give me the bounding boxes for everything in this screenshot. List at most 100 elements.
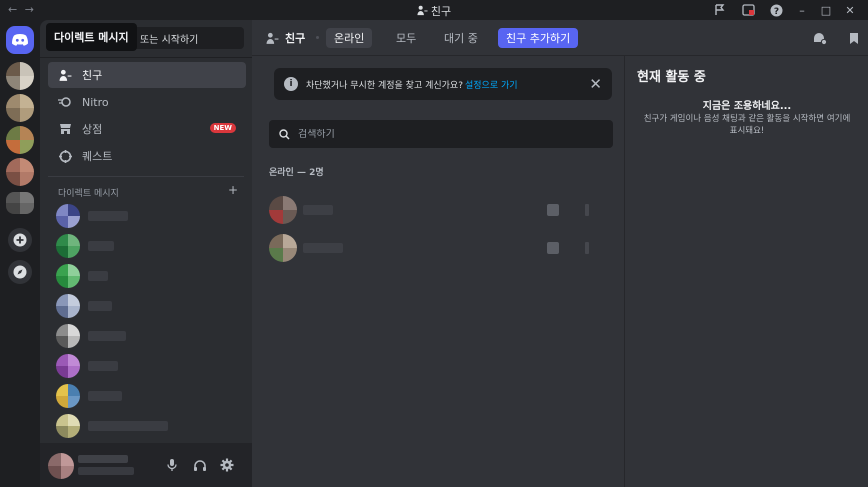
avatar [269, 196, 297, 224]
inbox-button[interactable] [846, 30, 862, 46]
friends-heading-text: 친구 [285, 32, 306, 45]
inbox-flag-button[interactable] [706, 2, 734, 18]
info-icon: i [284, 77, 298, 91]
help-button[interactable]: ? [762, 2, 790, 18]
notice-text: 차단했거나 무시한 계정을 찾고 계신가요? [306, 80, 463, 91]
dm-name [88, 241, 114, 251]
user-avatar[interactable] [48, 453, 74, 479]
friend-name [303, 205, 333, 215]
friends-icon [266, 32, 279, 44]
discover-button[interactable] [8, 260, 32, 284]
dm-list-item[interactable] [56, 293, 242, 319]
plus-icon [13, 233, 27, 247]
new-group-dm-icon [814, 32, 827, 45]
friend-row[interactable] [269, 232, 613, 264]
avatar [56, 264, 80, 288]
avatar [56, 324, 80, 348]
tab-online[interactable]: 온라인 [326, 28, 373, 48]
more-options-button[interactable] [585, 204, 589, 216]
dm-list-item[interactable] [56, 263, 242, 289]
notice-settings-link[interactable]: 설정으로 가기 [465, 78, 518, 91]
microphone-icon [167, 459, 177, 471]
add-friend-button[interactable]: 친구 추가하기 [498, 28, 579, 48]
user-status [78, 467, 134, 475]
title-bar: ← → 친구 ? – □ ✕ [0, 0, 868, 20]
server-icon[interactable] [6, 192, 34, 214]
dm-list-item[interactable] [56, 323, 242, 349]
online-count-label: 온라인 — 2명 [269, 168, 324, 178]
user-panel [40, 443, 252, 487]
blocked-notice: i 차단했거나 무시한 계정을 찾고 계신가요? 설정으로 가기 ✕ [274, 68, 612, 100]
nav-item-friends[interactable]: 친구 [48, 62, 246, 88]
discord-logo-icon [12, 34, 28, 46]
dm-list-item[interactable] [56, 203, 242, 229]
more-options-button[interactable] [585, 242, 589, 254]
tab-all[interactable]: 모두 [388, 28, 424, 48]
window-title-text: 친구 [430, 5, 452, 18]
friends-topbar: 친구 온라인 모두 대기 중 친구 추가하기 [252, 20, 868, 56]
headphones-icon [194, 459, 206, 471]
dm-sidebar: 다이렉트 메시지 또는 시작하기 친구 Nitro 상점 NEW 퀘스트 다이렉… [40, 20, 252, 487]
help-icon: ? [770, 4, 782, 17]
active-now-empty-body: 친구가 게임이나 음성 채팅과 같은 활동을 시작하면 여기에 표시돼요! [643, 114, 851, 136]
deafen-button[interactable] [190, 455, 210, 475]
server-icon[interactable] [6, 126, 34, 154]
avatar [56, 354, 80, 378]
friend-name [303, 243, 343, 253]
maximize-button[interactable]: □ [814, 2, 838, 18]
separator-dot [316, 36, 319, 39]
close-icon[interactable]: ✕ [589, 75, 602, 93]
new-badge: NEW [209, 123, 236, 133]
nav-item-label: 퀘스트 [82, 150, 113, 163]
sidebar-search-wrap: 다이렉트 메시지 또는 시작하기 [40, 20, 252, 58]
server-icon[interactable] [6, 158, 34, 186]
friends-search[interactable] [269, 120, 613, 148]
minimize-button[interactable]: – [790, 2, 814, 18]
message-button[interactable] [547, 204, 559, 216]
add-server-button[interactable] [8, 228, 32, 252]
mute-button[interactable] [162, 455, 182, 475]
search-icon [279, 128, 290, 140]
flag-icon [715, 4, 725, 15]
server-icon[interactable] [6, 94, 34, 122]
nav-item-nitro[interactable]: Nitro [48, 89, 246, 115]
avatar [56, 384, 80, 408]
active-now-panel: 현재 활동 중 지금은 조용하네요... 친구가 게임이나 음성 채팅과 같은 … [624, 56, 868, 487]
nitro-icon [58, 95, 72, 109]
friend-row[interactable] [269, 194, 613, 226]
tab-pending[interactable]: 대기 중 [436, 28, 486, 48]
dm-name [88, 391, 122, 401]
dm-list-item[interactable] [56, 413, 242, 439]
create-dm-button[interactable]: + [228, 183, 238, 199]
dm-name [88, 301, 112, 311]
friends-search-input[interactable] [298, 128, 598, 140]
dm-list-item[interactable] [56, 233, 242, 259]
nav-item-label: 친구 [82, 69, 103, 82]
inbox-icon [741, 4, 755, 16]
dm-name [88, 271, 108, 281]
close-window-button[interactable]: ✕ [838, 2, 862, 18]
dm-list-item[interactable] [56, 383, 242, 409]
avatar [269, 234, 297, 262]
nav-item-quests[interactable]: 퀘스트 [48, 143, 246, 169]
friends-heading: 친구 [266, 30, 305, 46]
divider [48, 176, 244, 177]
dm-name [88, 421, 168, 431]
nav-item-shop[interactable]: 상점 NEW [48, 116, 246, 142]
friends-icon [58, 68, 72, 82]
inbox-button[interactable] [734, 2, 762, 18]
server-icon[interactable] [6, 62, 34, 90]
server-rail [0, 20, 40, 487]
settings-button[interactable] [217, 455, 237, 475]
nav-item-label: 상점 [82, 123, 103, 136]
message-button[interactable] [547, 242, 559, 254]
active-now-title: 현재 활동 중 [637, 70, 706, 85]
avatar [56, 294, 80, 318]
dm-list-item[interactable] [56, 353, 242, 379]
dm-header-label: 다이렉트 메시지 [58, 189, 119, 199]
friends-main: 친구 온라인 모두 대기 중 친구 추가하기 i 차단했거나 무시한 계정을 찾… [252, 20, 868, 487]
new-group-dm-button[interactable] [812, 30, 828, 46]
compass-icon [13, 265, 27, 279]
nav-item-label: Nitro [82, 95, 109, 109]
home-button[interactable] [6, 26, 34, 54]
